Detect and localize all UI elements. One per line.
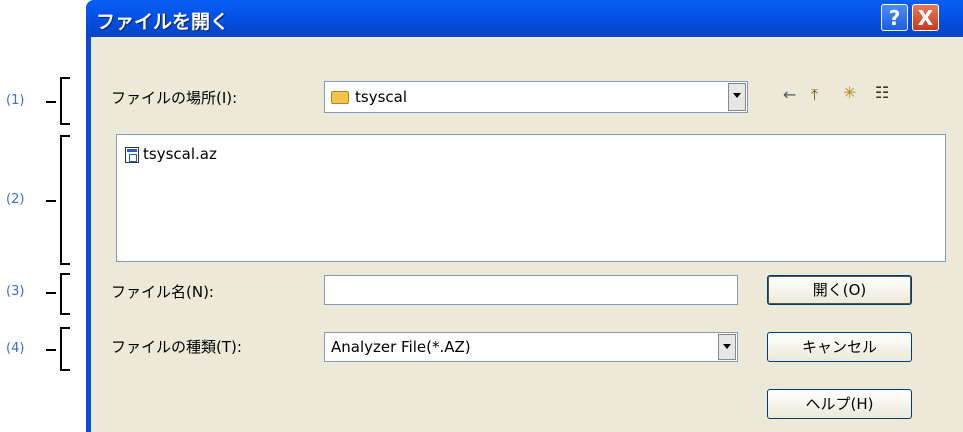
folder-icon [331,91,349,104]
callout-1: (1) [6,93,25,108]
chevron-down-icon[interactable] [718,334,736,360]
callout-4-tick [46,349,56,351]
dialog-body: ファイルの場所(I): tsyscal ← ⤒ ✳ ☷ tsyscal.az フ… [91,37,963,432]
callout-4-bracket [60,327,70,371]
title-bar[interactable]: ファイルを開く ? X [86,0,963,37]
help-button[interactable]: ヘルプ(H) [767,389,912,419]
file-list[interactable]: tsyscal.az [116,134,946,262]
look-in-label: ファイルの場所(I): [111,89,238,107]
look-in-select[interactable]: tsyscal [324,81,748,113]
look-in-value: tsyscal [355,88,407,106]
open-button[interactable]: 開く(O) [767,275,912,305]
cancel-button[interactable]: キャンセル [767,332,912,362]
up-folder-icon[interactable]: ⤒ [811,85,818,105]
callout-2-tick [46,200,56,202]
view-menu-icon[interactable]: ☷ [875,83,889,102]
close-button[interactable]: X [912,4,939,31]
callout-2: (2) [6,192,25,207]
file-type-select[interactable]: Analyzer File(*.AZ) [324,332,738,362]
file-name-input[interactable] [324,275,738,305]
file-type-label: ファイルの種類(T): [111,338,242,356]
dialog-title: ファイルを開く [96,11,230,33]
chevron-down-icon[interactable] [728,83,746,111]
callout-3: (3) [6,284,25,299]
callout-3-bracket [60,273,70,315]
new-folder-icon[interactable]: ✳ [843,83,856,102]
list-item[interactable]: tsyscal.az [125,145,217,163]
callout-1-bracket [60,77,70,125]
file-name: tsyscal.az [143,145,217,163]
file-icon [125,146,139,163]
back-icon[interactable]: ← [783,85,796,104]
file-type-value: Analyzer File(*.AZ) [331,338,471,356]
callout-1-tick [46,101,56,103]
open-file-dialog: ファイルを開く ? X ファイルの場所(I): tsyscal ← ⤒ ✳ ☷ … [86,0,963,432]
callout-3-tick [46,292,56,294]
file-name-label: ファイル名(N): [111,283,214,301]
help-title-button[interactable]: ? [881,4,908,31]
callout-2-bracket [60,135,70,265]
callout-4: (4) [6,341,25,356]
